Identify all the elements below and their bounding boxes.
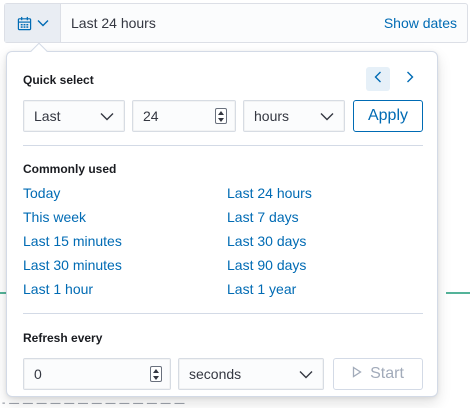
unit-value: hours (254, 108, 290, 124)
show-dates-link[interactable]: Show dates (384, 15, 467, 31)
commonly-used-item[interactable]: This week (23, 209, 86, 225)
commonly-used-item[interactable]: Last 30 minutes (23, 257, 122, 273)
divider (23, 313, 423, 314)
start-button-label: Start (370, 365, 404, 382)
direction-value: Last (34, 108, 61, 124)
quick-select-popover: Quick select Last 24 hours Apply Commonl… (6, 42, 438, 397)
refresh-unit-select[interactable]: seconds (178, 358, 324, 390)
divider (23, 145, 423, 146)
amount-input[interactable]: 24 (132, 100, 236, 132)
chevron-down-icon (320, 112, 344, 121)
popover-arrow (30, 42, 48, 60)
refresh-every-title: Refresh every (23, 331, 103, 345)
chevron-left-icon (374, 70, 382, 88)
commonly-used-item[interactable]: Today (23, 185, 60, 201)
background-strip-text: - ― ― ― ― ― ― ― ― ― ― ― ― ― (2, 398, 185, 408)
amount-value: 24 (143, 108, 159, 124)
direction-select[interactable]: Last (23, 100, 125, 132)
background-strip: - ― ― ― ― ― ― ― ― ― ― ― ― ― (0, 396, 470, 408)
next-range-button[interactable] (398, 67, 422, 91)
number-stepper-icon[interactable] (215, 108, 227, 124)
refresh-interval-value: 0 (34, 366, 42, 382)
commonly-used-title: Commonly used (23, 162, 117, 176)
date-picker-bar: Last 24 hours Show dates (4, 3, 468, 43)
commonly-used-item[interactable]: Last 30 days (227, 233, 306, 249)
quick-select-title: Quick select (23, 73, 94, 87)
commonly-used-item[interactable]: Last 90 days (227, 257, 306, 273)
calendar-icon (17, 16, 32, 31)
commonly-used-item[interactable]: Last 1 year (227, 281, 296, 297)
number-stepper-icon[interactable] (150, 366, 162, 382)
chevron-down-icon (100, 112, 124, 121)
commonly-used-item[interactable]: Last 1 hour (23, 281, 93, 297)
chevron-right-icon (406, 70, 414, 88)
commonly-used-item[interactable]: Last 15 minutes (23, 233, 122, 249)
date-range-text[interactable]: Last 24 hours (61, 15, 384, 31)
chevron-down-icon (299, 370, 323, 379)
chevron-down-icon (37, 19, 49, 27)
apply-button[interactable]: Apply (353, 100, 423, 132)
unit-select[interactable]: hours (243, 100, 345, 132)
play-icon (352, 365, 362, 383)
commonly-used-item[interactable]: Last 7 days (227, 209, 299, 225)
start-refresh-button[interactable]: Start (333, 358, 423, 390)
background-chart-line (446, 292, 470, 294)
quick-select-toggle-button[interactable] (5, 4, 61, 42)
commonly-used-item[interactable]: Last 24 hours (227, 185, 312, 201)
previous-range-button[interactable] (366, 67, 390, 91)
refresh-unit-value: seconds (189, 366, 242, 382)
refresh-interval-input[interactable]: 0 (23, 358, 171, 390)
